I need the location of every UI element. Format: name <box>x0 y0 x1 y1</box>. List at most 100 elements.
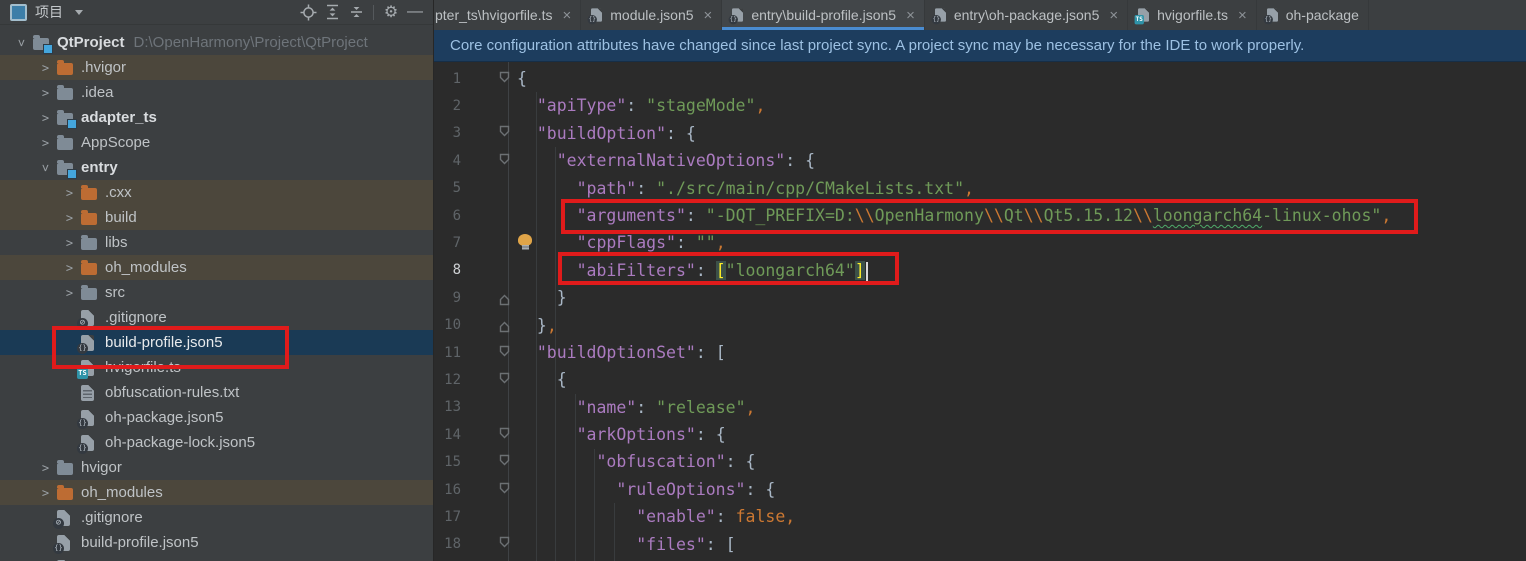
tree-item-oh-modules[interactable]: > oh_modules <box>0 255 433 280</box>
tree-item-item[interactable]: {} <box>0 555 433 561</box>
tree-item-build-profile-json5[interactable]: {}build-profile.json5 <box>0 330 433 355</box>
chevron-right-icon[interactable]: > <box>58 236 81 250</box>
fold-down-icon[interactable] <box>461 476 517 503</box>
fold-down-icon[interactable] <box>461 339 517 366</box>
fold-up-icon[interactable] <box>461 312 517 339</box>
tree-item-entry[interactable]: >entry <box>0 155 433 180</box>
folder-gray-icon <box>57 463 73 475</box>
tree-item-label: oh_modules <box>105 259 187 276</box>
line-number: 1 <box>434 71 461 87</box>
editor-line-13: 13 "name": "release", <box>434 394 1526 421</box>
tree-item-idea[interactable]: >.idea <box>0 80 433 105</box>
locate-file-icon[interactable] <box>296 1 320 23</box>
project-tree: >QtProjectD:\OpenHarmony\Project\QtProje… <box>0 25 433 561</box>
folder-gray-icon <box>81 238 97 250</box>
fold-down-icon[interactable] <box>461 531 517 558</box>
close-icon[interactable]: × <box>704 7 713 24</box>
chevron-right-icon[interactable]: > <box>34 61 57 75</box>
tree-item-oh-package-json5[interactable]: {}oh-package.json5 <box>0 405 433 430</box>
code-line[interactable]: }, <box>517 312 557 339</box>
hide-panel-icon[interactable]: — <box>403 1 427 23</box>
tree-item-hvigorfile-ts[interactable]: TShvigorfile.ts <box>0 355 433 380</box>
code-line[interactable]: } <box>517 284 567 311</box>
code-line[interactable]: "apiType": "stageMode", <box>517 92 765 119</box>
code-line[interactable]: "name": "release", <box>517 394 755 421</box>
editor-line-12: 12 { <box>434 366 1526 393</box>
fold-down-icon[interactable] <box>461 421 517 448</box>
code-line[interactable]: "abiFilters": ["loongarch64"] <box>517 257 868 284</box>
chevron-right-icon[interactable]: > <box>34 111 57 125</box>
tree-item-hvigor[interactable]: >.hvigor <box>0 55 433 80</box>
close-icon[interactable]: × <box>563 7 572 24</box>
code-line[interactable]: { <box>517 65 527 92</box>
file-json5-icon: {} <box>81 410 94 426</box>
code-line[interactable]: "buildOptionSet": [ <box>517 339 726 366</box>
code-editor[interactable]: 1{2 "apiType": "stageMode",3 "buildOptio… <box>434 62 1526 561</box>
close-icon[interactable]: × <box>1238 7 1247 24</box>
chevron-right-icon[interactable]: > <box>34 486 57 500</box>
fold-down-icon[interactable] <box>461 65 517 92</box>
tree-item-hvigor[interactable]: > hvigor <box>0 455 433 480</box>
folder-module-icon <box>57 113 73 125</box>
chevron-right-icon[interactable]: > <box>34 86 57 100</box>
tab-hvigorfile-ts[interactable]: TShvigorfile.ts× <box>1128 0 1257 30</box>
editor-line-5: 5 "path": "./src/main/cpp/CMakeLists.txt… <box>434 175 1526 202</box>
code-line[interactable]: "files": [ <box>517 531 736 558</box>
chevron-down-icon[interactable]: > <box>15 31 29 54</box>
code-line[interactable]: "buildOption": { <box>517 120 696 147</box>
tab-module-json5[interactable]: {}module.json5× <box>581 0 722 30</box>
line-number: 4 <box>434 153 461 169</box>
tree-item-src[interactable]: >src <box>0 280 433 305</box>
close-icon[interactable]: × <box>1109 7 1118 24</box>
settings-gear-icon[interactable]: ⚙ <box>379 1 403 23</box>
close-icon[interactable]: × <box>906 7 915 24</box>
chevron-down-icon[interactable]: > <box>39 156 53 179</box>
tree-item-build[interactable]: >build <box>0 205 433 230</box>
editor-line-14: 14 "arkOptions": { <box>434 421 1526 448</box>
tree-item-gitignore[interactable]: ⊘.gitignore <box>0 505 433 530</box>
code-line[interactable]: "ruleOptions": { <box>517 476 775 503</box>
code-line[interactable]: "obfuscation": { <box>517 448 755 475</box>
tree-item-adapter-ts[interactable]: >adapter_ts <box>0 105 433 130</box>
code-line[interactable]: "enable": false, <box>517 503 795 530</box>
code-line[interactable]: { <box>517 366 567 393</box>
tab-oh-package[interactable]: {}oh-package <box>1257 0 1369 30</box>
tree-item-cxx[interactable]: >.cxx <box>0 180 433 205</box>
tree-item-libs[interactable]: >libs <box>0 230 433 255</box>
code-line[interactable]: "arkOptions": { <box>517 421 726 448</box>
chevron-down-icon[interactable] <box>75 10 83 15</box>
tab-pter-ts-hvigorfile-ts[interactable]: pter_ts\hvigorfile.ts × <box>434 0 581 30</box>
tree-item-oh-package-lock-json5[interactable]: {}oh-package-lock.json5 <box>0 430 433 455</box>
chevron-right-icon[interactable]: > <box>58 286 81 300</box>
code-line[interactable]: "externalNativeOptions": { <box>517 147 815 174</box>
fold-down-icon[interactable] <box>461 147 517 174</box>
code-line[interactable]: "arguments": "-DQT_PREFIX=D:\\OpenHarmon… <box>517 202 1391 229</box>
tree-item-build-profile-json5[interactable]: {}build-profile.json5 <box>0 530 433 555</box>
tree-item-gitignore[interactable]: ⊘.gitignore <box>0 305 433 330</box>
tree-item-appscope[interactable]: >AppScope <box>0 130 433 155</box>
chevron-right-icon[interactable]: > <box>34 461 57 475</box>
intention-bulb-icon[interactable] <box>518 234 532 246</box>
chevron-right-icon[interactable]: > <box>58 261 81 275</box>
tab-entry-build-profile-json5[interactable]: {}entry\build-profile.json5× <box>722 0 925 30</box>
tab-entry-oh-package-json5[interactable]: {}entry\oh-package.json5× <box>925 0 1128 30</box>
fold-down-icon[interactable] <box>461 120 517 147</box>
code-line[interactable]: "cppFlags": "", <box>517 229 726 256</box>
expand-all-icon[interactable] <box>320 1 344 23</box>
editor-line-4: 4 "externalNativeOptions": { <box>434 147 1526 174</box>
code-line[interactable]: "path": "./src/main/cpp/CMakeLists.txt", <box>517 175 974 202</box>
collapse-all-icon[interactable] <box>344 1 368 23</box>
line-number: 15 <box>434 454 461 470</box>
chevron-right-icon[interactable]: > <box>58 211 81 225</box>
chevron-right-icon[interactable]: > <box>58 186 81 200</box>
fold-down-icon[interactable] <box>461 448 517 475</box>
tree-item-obfuscation-rules-txt[interactable]: obfuscation-rules.txt <box>0 380 433 405</box>
fold-down-icon[interactable] <box>461 366 517 393</box>
fold-up-icon[interactable] <box>461 284 517 311</box>
tree-item-root-qtproject[interactable]: >QtProjectD:\OpenHarmony\Project\QtProje… <box>0 30 433 55</box>
tab-label: pter_ts\hvigorfile.ts <box>435 7 553 23</box>
tree-item-label: hvigor <box>81 459 122 476</box>
chevron-right-icon[interactable]: > <box>34 136 57 150</box>
editor-lines: 1{2 "apiType": "stageMode",3 "buildOptio… <box>434 65 1526 558</box>
tree-item-oh-modules[interactable]: >oh_modules <box>0 480 433 505</box>
